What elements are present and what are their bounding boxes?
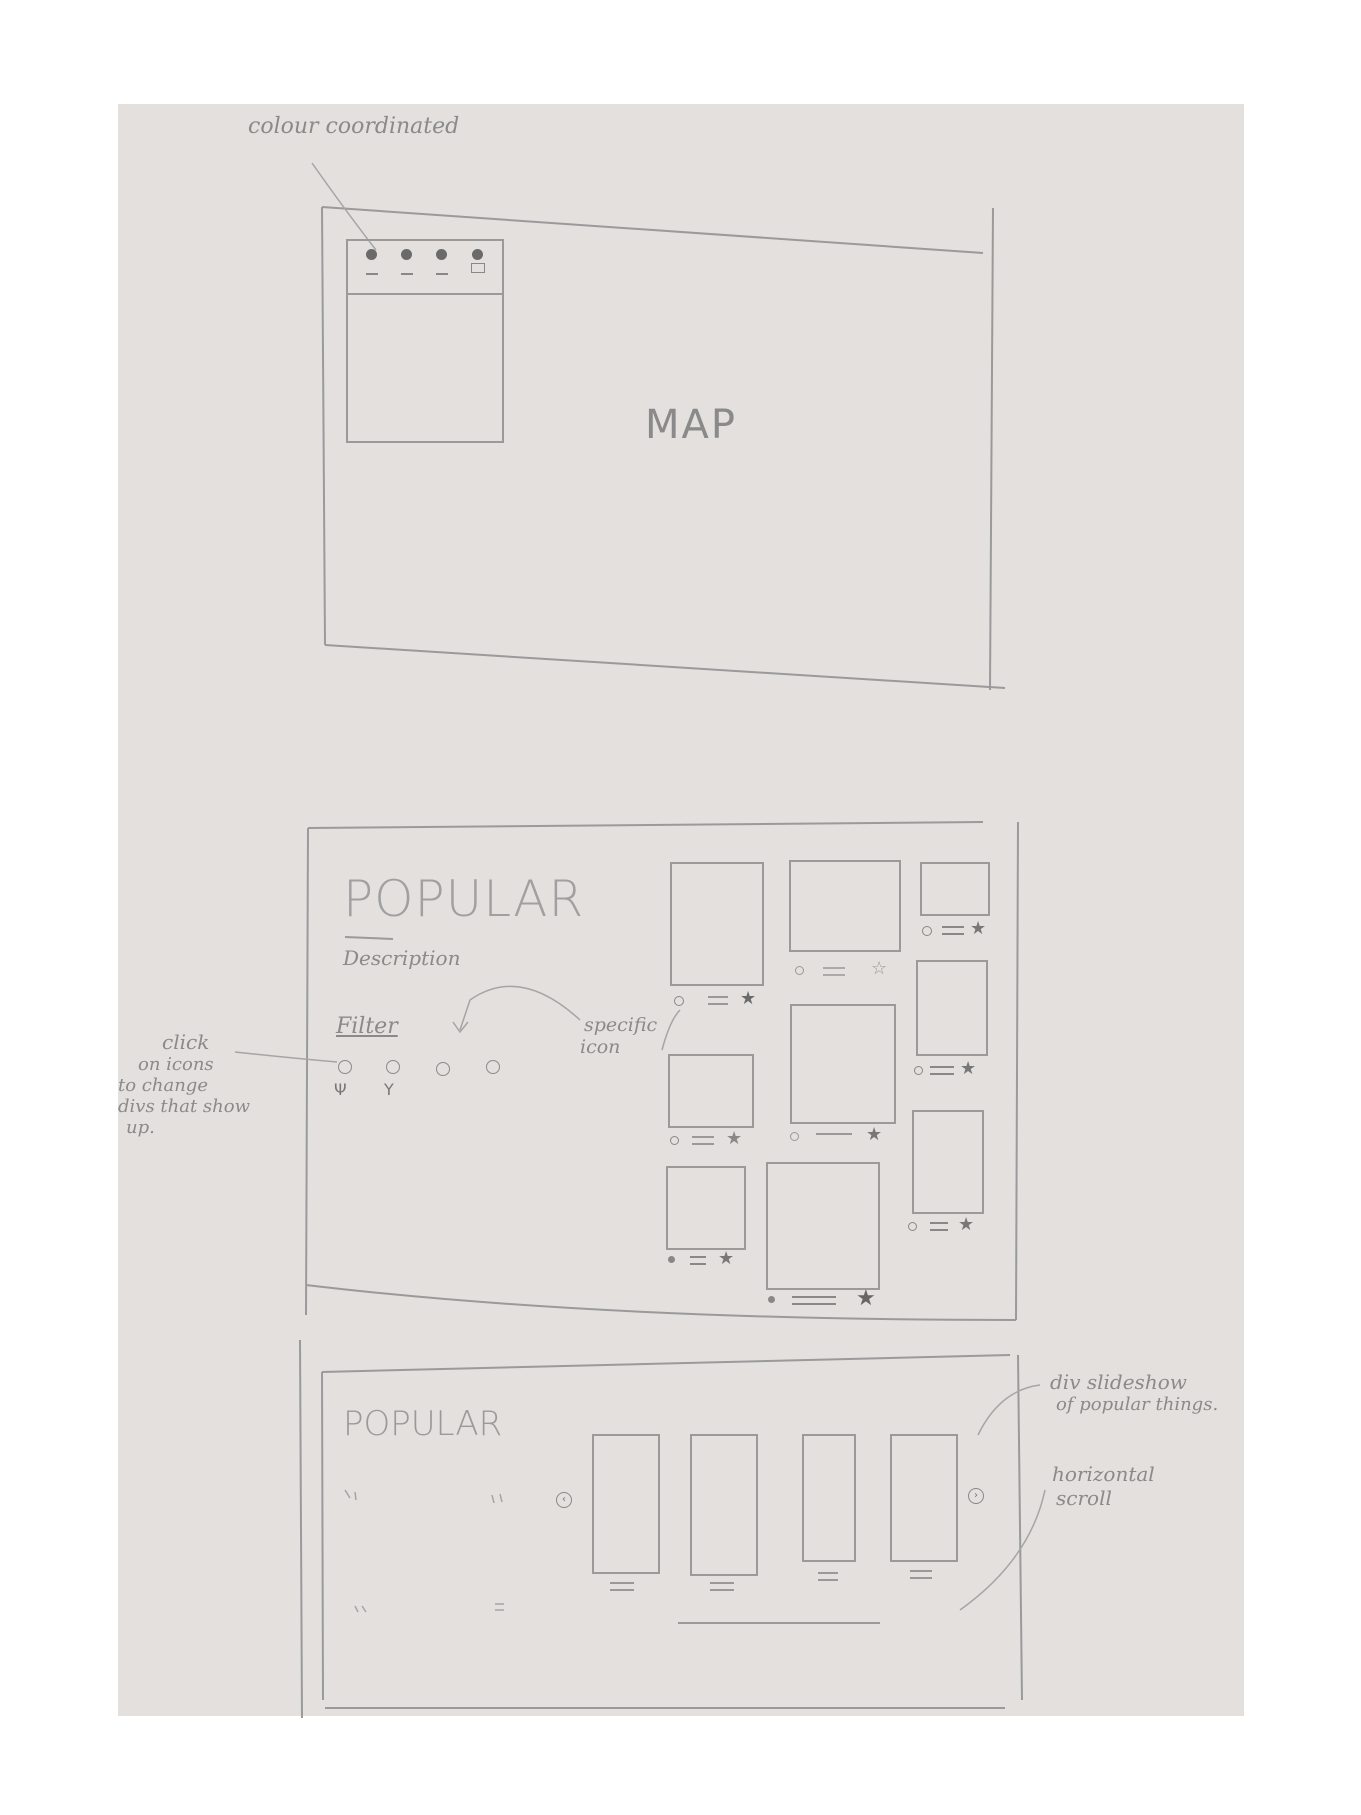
star-icon[interactable]: ★ <box>960 1058 976 1079</box>
card-text-lines <box>930 1066 954 1075</box>
star-icon[interactable]: ★ <box>866 1124 882 1145</box>
sketch3-top-edge <box>321 1354 1011 1373</box>
popular-card[interactable] <box>916 960 988 1056</box>
card-dot-icon <box>790 1132 799 1141</box>
filter-circle-icon[interactable] <box>338 1060 352 1074</box>
popular-card[interactable] <box>912 1110 984 1214</box>
card-meta: ★ <box>674 988 764 1014</box>
card-text-lines <box>816 1133 852 1137</box>
specific-icon-annotation: specific icon <box>580 1014 658 1058</box>
slide-card[interactable] <box>802 1434 856 1562</box>
filter-circle-icon[interactable] <box>486 1060 500 1074</box>
card-dot-icon <box>670 1136 679 1145</box>
card-meta: ★ <box>670 1128 760 1154</box>
star-icon[interactable]: ★ <box>718 1248 734 1269</box>
specific-icon-arrow-2 <box>661 1009 681 1051</box>
next-arrow-icon[interactable]: › <box>968 1488 984 1504</box>
card-text-lines <box>692 1136 714 1145</box>
category-icon[interactable] <box>365 249 378 293</box>
card-meta: ★ <box>914 1058 1004 1092</box>
sketch2-top-edge <box>307 821 984 829</box>
card-dot-icon <box>795 966 804 975</box>
slide-text-lines <box>910 1570 932 1579</box>
sketch3-right-edge <box>1017 1354 1023 1701</box>
card-meta: ★ <box>922 918 1002 944</box>
popular-card[interactable] <box>789 860 901 952</box>
popular-title: POPULAR <box>343 870 585 928</box>
sketch1-bottom-edge <box>324 644 1006 689</box>
category-icon[interactable] <box>435 249 448 293</box>
card-dot-icon <box>914 1066 923 1075</box>
card-text-lines <box>930 1222 948 1231</box>
map-side-panel <box>346 239 504 443</box>
sketch2-right-edge <box>1015 821 1019 1321</box>
card-dot-icon <box>908 1222 917 1231</box>
card-meta: ☆ <box>795 958 905 984</box>
palette-bar <box>348 241 502 295</box>
map-label: MAP <box>645 402 737 448</box>
card-text-lines <box>792 1296 836 1305</box>
popular-title-slideshow: POPULAR <box>343 1404 503 1444</box>
scroll-pointer-line <box>959 1489 1046 1611</box>
popular-card[interactable] <box>670 862 764 986</box>
sketch3-inner-left-edge <box>321 1371 324 1701</box>
click-annotation: click on icons to change divs that show … <box>118 1030 250 1138</box>
card-meta: ★ <box>790 1124 900 1150</box>
card-text-lines <box>942 926 964 935</box>
popular-card[interactable] <box>668 1054 754 1128</box>
star-icon[interactable]: ★ <box>958 1214 974 1235</box>
star-icon[interactable]: ★ <box>856 1286 876 1311</box>
star-icon[interactable]: ★ <box>740 988 756 1009</box>
popular-card[interactable] <box>790 1004 896 1124</box>
prev-arrow-icon[interactable]: ‹ <box>556 1492 572 1508</box>
sketch1-right-edge <box>989 207 994 691</box>
filter-circle-icon[interactable] <box>436 1062 450 1076</box>
star-icon[interactable]: ★ <box>970 918 986 939</box>
star-icon[interactable]: ☆ <box>871 958 887 979</box>
card-text-lines <box>708 996 728 1005</box>
card-meta: ★ <box>768 1286 888 1314</box>
title-underline <box>344 936 394 940</box>
popular-card[interactable] <box>766 1162 880 1290</box>
colour-coordinated-note: colour coordinated <box>248 114 460 139</box>
description-text: Description <box>343 946 461 970</box>
card-dot-icon <box>674 996 684 1006</box>
slide-card[interactable] <box>592 1434 660 1574</box>
card-dot-icon <box>768 1296 775 1303</box>
slide-card[interactable] <box>890 1434 958 1562</box>
sketch1-left-edge <box>321 206 326 646</box>
card-meta: ★ <box>668 1248 748 1274</box>
sketch2-bottom-edge <box>305 1284 1017 1321</box>
card-dot-icon <box>668 1256 675 1263</box>
popular-card[interactable] <box>666 1166 746 1250</box>
card-text-lines <box>823 967 845 976</box>
card-text-lines <box>690 1256 706 1265</box>
card-meta: ★ <box>908 1214 988 1240</box>
sketch3-left-edge <box>299 1339 303 1719</box>
food-icon: Ψ <box>334 1080 347 1099</box>
popular-card[interactable] <box>920 862 990 916</box>
slide-text-lines <box>610 1582 634 1591</box>
slide-text-lines <box>710 1582 734 1591</box>
specific-icon-arrow <box>459 985 581 1031</box>
star-icon[interactable]: ★ <box>726 1128 742 1149</box>
category-icon[interactable] <box>400 249 413 293</box>
filter-icon-row: Ψ Y <box>334 1060 511 1110</box>
scroll-annotation: horizontal scroll <box>1052 1462 1155 1510</box>
slideshow-pointer-line <box>977 1384 1041 1436</box>
drink-icon: Y <box>384 1080 394 1099</box>
category-icon[interactable] <box>470 249 485 293</box>
slide-text-lines <box>818 1572 838 1581</box>
slide-card[interactable] <box>690 1434 758 1576</box>
slideshow-annotation: div slideshow of popular things. <box>1050 1370 1219 1415</box>
filter-circle-icon[interactable] <box>386 1060 400 1074</box>
card-dot-icon <box>922 926 932 936</box>
